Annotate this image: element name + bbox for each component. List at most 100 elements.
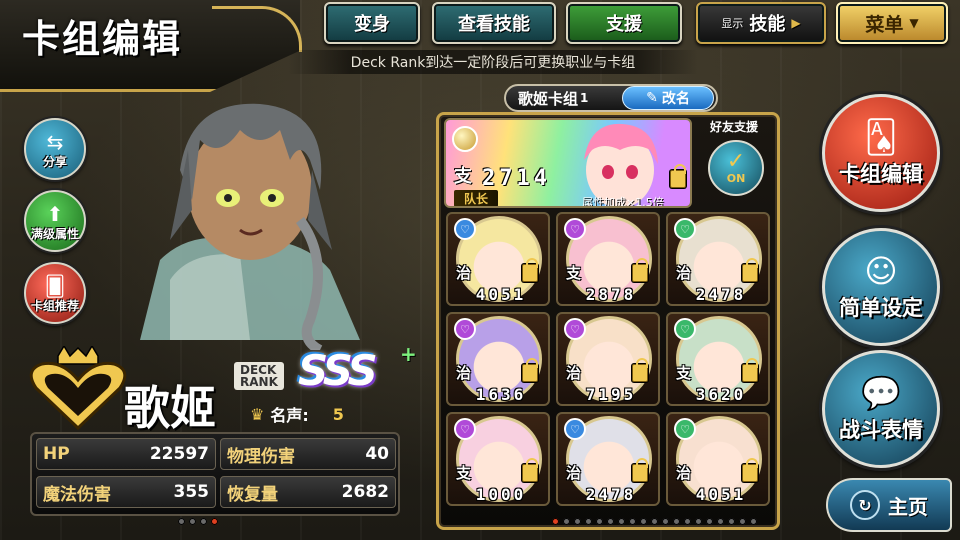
attribute-icon: ♡: [674, 418, 696, 440]
page-dot-active[interactable]: [211, 518, 218, 525]
page-dot[interactable]: [574, 518, 581, 525]
deck-class-panel: 歌姬 DECK RANK SSS + ♛ 名声: 5: [28, 340, 417, 435]
page-dot[interactable]: [178, 518, 185, 525]
attribute-icon: ♡: [564, 418, 586, 440]
caret-right-icon: ▶: [791, 16, 801, 30]
hp-value: 22597: [149, 444, 209, 464]
page-dot[interactable]: [563, 518, 570, 525]
card-power: 4051: [695, 485, 747, 504]
battle-emote-button[interactable]: 💬 战斗表情: [822, 350, 940, 468]
stats-page-indicator[interactable]: [178, 518, 218, 525]
deck-card[interactable]: ♡ 治 4051: [666, 412, 770, 506]
page-dot[interactable]: [596, 518, 603, 525]
deck-card[interactable]: ♡ 治 7195: [556, 312, 660, 406]
cards-icon: 🂡: [864, 118, 898, 156]
card-power: 1636: [475, 385, 527, 404]
menu-button-label: 菜单: [865, 13, 904, 36]
lock-icon: [632, 458, 648, 482]
card-power: 2878: [585, 285, 637, 304]
page-dot[interactable]: [750, 518, 757, 525]
page-dot[interactable]: [189, 518, 196, 525]
page-dot[interactable]: [618, 518, 625, 525]
crown-icon: ♛: [250, 404, 265, 424]
card-role: 支: [456, 464, 472, 482]
deck-card[interactable]: ♡ 支 3620: [666, 312, 770, 406]
arrow-up-icon: ⬆: [46, 202, 64, 226]
leader-card[interactable]: 支 2714 队长 属性加成×1.5倍: [444, 118, 692, 208]
deck-card[interactable]: ♡ 治 1636: [446, 312, 550, 406]
smiley-icon: ☺: [864, 252, 898, 290]
attribute-icon: ♡: [564, 218, 586, 240]
lock-icon: [632, 358, 648, 382]
physical-damage-value: 40: [365, 444, 389, 464]
display-toggle-button[interactable]: 显示 技能 ▶: [696, 2, 826, 44]
hp-label: HP: [43, 444, 70, 464]
deck-card[interactable]: ♡ 治 2478: [556, 412, 660, 506]
deck-recommend-button[interactable]: 🂠 卡组推荐: [24, 262, 86, 324]
card-power: 2478: [695, 285, 747, 304]
card-role: 治: [676, 264, 692, 282]
deck-number: 1: [580, 91, 589, 105]
max-level-attr-label: 满级属性: [30, 227, 79, 241]
rename-button[interactable]: ✎ 改名: [622, 86, 714, 110]
menu-button[interactable]: 菜单 ▼: [836, 2, 948, 44]
deck-card[interactable]: ♡ 治 4051: [446, 212, 550, 306]
deck-card[interactable]: ♡ 支 2878: [556, 212, 660, 306]
heart-crown-emblem: [29, 346, 127, 430]
deck-rank-label-line-2: RANK: [240, 375, 278, 389]
magic-damage-stat: 魔法伤害 355: [36, 476, 216, 508]
attribute-icon: ♡: [564, 318, 586, 340]
simple-settings-button[interactable]: ☺ 简单设定: [822, 228, 940, 346]
page-dot[interactable]: [607, 518, 614, 525]
deck-card[interactable]: ♡ 支 1000: [446, 412, 550, 506]
fame-label: 名声:: [270, 406, 309, 425]
page-dot[interactable]: [706, 518, 713, 525]
attribute-bonus: 属性加成×1.5倍: [582, 196, 664, 208]
deck-class-name: 歌姬: [124, 381, 216, 435]
deck-card[interactable]: ♡ 治 2478: [666, 212, 770, 306]
friend-support-label: 好友支援: [709, 120, 758, 134]
card-power: 7195: [585, 385, 637, 404]
deck-page-indicator[interactable]: [552, 518, 757, 525]
attribute-icon: ♡: [454, 318, 476, 340]
fame-value: 5: [332, 404, 344, 424]
page-dot[interactable]: [673, 518, 680, 525]
attribute-icon: ♡: [674, 218, 696, 240]
page-dot[interactable]: [200, 518, 207, 525]
lock-icon: [742, 258, 758, 282]
leader-role: 支: [454, 166, 472, 187]
transform-button[interactable]: 变身: [324, 2, 420, 44]
page-dot[interactable]: [717, 518, 724, 525]
page-dot[interactable]: [629, 518, 636, 525]
view-skills-button-label: 查看技能: [458, 14, 530, 35]
page-dot[interactable]: [728, 518, 735, 525]
view-skills-button[interactable]: 查看技能: [432, 2, 556, 44]
card-role: 治: [456, 264, 472, 282]
deck-rank-value: SSS: [298, 346, 378, 395]
support-button-label: 支援: [606, 14, 642, 35]
captain-label: 队长: [454, 190, 499, 206]
page-dot[interactable]: [684, 518, 691, 525]
page-dot[interactable]: [739, 518, 746, 525]
page-dot[interactable]: [662, 518, 669, 525]
card-power: 2478: [585, 485, 637, 504]
rename-label: 改名: [661, 91, 690, 107]
page-dot[interactable]: [651, 518, 658, 525]
lock-icon: [522, 258, 538, 282]
home-button[interactable]: ↻ 主页: [826, 478, 952, 532]
share-button[interactable]: ⇆ 分享: [24, 118, 86, 180]
attribute-icon: ♡: [454, 218, 476, 240]
max-level-attr-button[interactable]: ⬆ 满级属性: [24, 190, 86, 252]
leader-power: 2714: [482, 166, 551, 191]
support-button[interactable]: 支援: [566, 2, 682, 44]
page-dot-active[interactable]: [552, 518, 559, 525]
speech-bubble-icon: 💬: [861, 374, 901, 412]
page-dot[interactable]: [640, 518, 647, 525]
deck-edit-button[interactable]: 🂡 卡组编辑: [822, 94, 940, 212]
friend-support-toggle[interactable]: ✓ ON: [708, 140, 764, 196]
lock-icon: [670, 164, 686, 188]
page-dot[interactable]: [695, 518, 702, 525]
heal-amount-stat: 恢复量 2682: [220, 476, 396, 508]
card-role: 支: [676, 364, 692, 382]
page-dot[interactable]: [585, 518, 592, 525]
